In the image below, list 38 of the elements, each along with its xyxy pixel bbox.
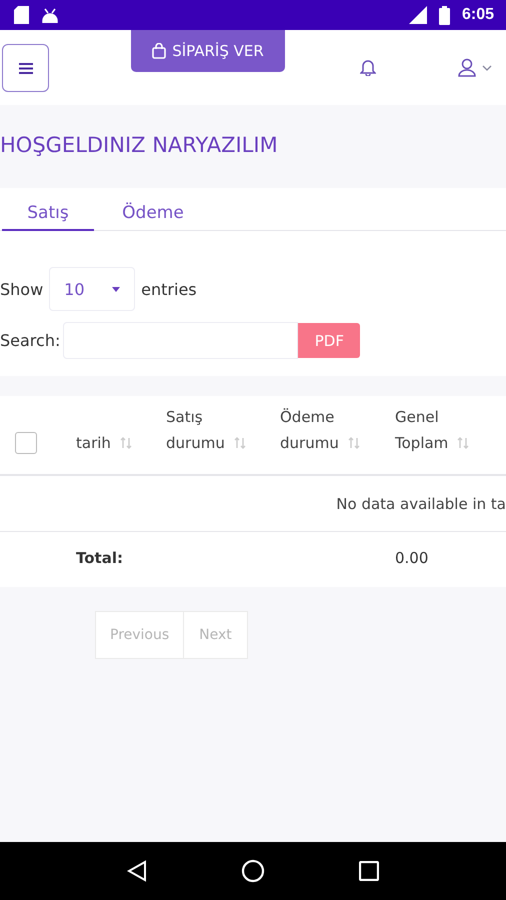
show-label: Show bbox=[0, 280, 44, 298]
total-value: 0.00 bbox=[395, 549, 430, 567]
select-all-checkbox[interactable] bbox=[15, 432, 37, 454]
menu-icon bbox=[18, 62, 32, 74]
caret-icon bbox=[112, 286, 120, 292]
back-icon[interactable] bbox=[127, 860, 147, 882]
tab[interactable]: Ödeme bbox=[94, 197, 212, 231]
tab[interactable]: Satış bbox=[2, 197, 94, 231]
signal-icon bbox=[406, 6, 427, 24]
clock: 6:05 bbox=[462, 6, 494, 24]
column-header[interactable]: Satış durumu bbox=[166, 404, 225, 456]
notifications-button[interactable] bbox=[360, 58, 376, 76]
sort-icon bbox=[456, 436, 470, 450]
sort-icon bbox=[346, 436, 361, 450]
entries-label: entries bbox=[141, 280, 197, 298]
user-menu-button[interactable] bbox=[458, 58, 492, 77]
menu-button[interactable] bbox=[2, 44, 49, 92]
total-label: Total: bbox=[76, 549, 124, 567]
recents-icon[interactable] bbox=[359, 861, 379, 881]
search-field[interactable] bbox=[63, 322, 298, 359]
sd-card-icon bbox=[14, 6, 29, 24]
chevron-down-icon bbox=[482, 64, 492, 70]
home-icon[interactable] bbox=[241, 859, 265, 883]
bell-icon bbox=[360, 58, 376, 76]
welcome-title: HOŞGELDINIZ NARYAZILIM bbox=[0, 133, 279, 159]
shopping-bag-icon bbox=[152, 43, 166, 59]
column-header[interactable]: Ödeme durumu bbox=[280, 404, 339, 456]
sort-icon bbox=[232, 436, 247, 450]
entries-select[interactable]: 10 bbox=[49, 267, 136, 311]
empty-table-message: No data available in ta bbox=[336, 494, 506, 512]
search-label: Search: bbox=[0, 331, 60, 350]
column-header[interactable]: Genel Toplam bbox=[395, 404, 448, 456]
battery-icon bbox=[438, 6, 450, 24]
order-button[interactable]: SİPARİŞ VER bbox=[131, 30, 285, 72]
android-icon bbox=[41, 7, 59, 23]
column-header[interactable]: tarih bbox=[76, 430, 111, 456]
user-icon bbox=[458, 58, 476, 77]
sort-icon bbox=[118, 436, 133, 450]
